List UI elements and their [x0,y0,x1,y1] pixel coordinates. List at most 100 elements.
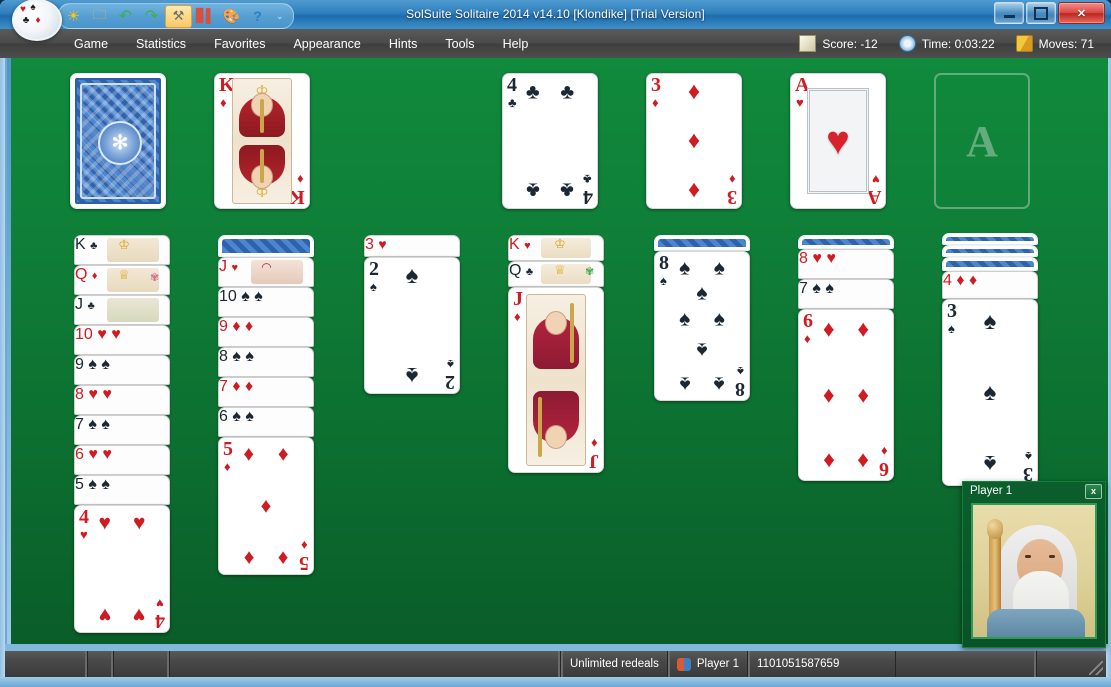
card-suit-bottom: ♦ [881,444,888,459]
new-game-icon[interactable]: ☀ [61,6,86,27]
player-panel[interactable]: Player 1 x [962,481,1106,648]
tableau-card-3-hearts[interactable]: 3 ♥ [364,235,460,257]
tableau-card-Q-clubs[interactable]: Q ♣ ♕ ✾ [508,261,604,287]
card-suit-bottom: ♠ [737,364,744,379]
tableau-card-8-spades[interactable]: 8 ♠ ♠ [218,347,314,377]
pip: ♦ [822,448,835,475]
stock-pile[interactable] [70,73,166,209]
menu-appearance[interactable]: Appearance [279,32,374,56]
tableau-card-6-spades[interactable]: 6 ♠ ♠ [218,407,314,437]
tableau-facedown-card[interactable] [218,235,314,257]
tableau-card-7-spades[interactable]: 7 ♠ ♠ [798,279,894,309]
pip: ♦ [687,176,701,204]
tableau-facedown-card[interactable] [942,245,1038,257]
card-rank: 9 [75,356,84,373]
tableau-card-J-clubs[interactable]: J ♣ [74,295,170,325]
tableau-card-7-diamonds[interactable]: 7 ♦ ♦ [218,377,314,407]
tableau-card-2-spades-top[interactable]: 2 ♠ 2 ♠ ♠ ♠ [364,257,460,394]
card-rank-bottom: 5 [299,552,309,574]
tableau-card-4-diamonds[interactable]: 4 ♦ ♦ [942,271,1038,299]
statistics-icon[interactable]: ▊▌ [193,6,218,27]
card-suit: ♦ [514,309,521,324]
face-shape [545,425,567,449]
pip: ♥ [378,236,387,252]
status-player[interactable]: Player 1 [667,651,749,677]
maximize-button[interactable] [1026,2,1056,24]
undo-icon[interactable]: ↶ [113,6,138,27]
tableau-card-5-spades[interactable]: 5 ♠ ♠ [74,475,170,505]
pip: ♠ [232,408,241,425]
menu-tools[interactable]: Tools [431,32,488,56]
tableau-card-4-hearts-top[interactable]: 4 ♥ 4 ♥ ♥ ♥ ♥ ♥ [74,505,170,633]
tableau-card-8-hearts[interactable]: 8 ♥ ♥ [74,385,170,415]
waste-pile-card[interactable]: K ♦ K ♦ ♔ ♔ [214,73,310,209]
menu-help[interactable]: Help [489,32,543,56]
pip: ♦ [956,272,965,289]
tableau-card-10-spades[interactable]: 10 ♠ ♠ [218,287,314,317]
minimize-button[interactable] [994,2,1024,24]
app-logo-icon[interactable]: ♥ ♠ ♣ ♦ [12,0,62,41]
tableau-card-K-hearts[interactable]: K ♥ ♔ [508,235,604,261]
avatar-eye-right [1049,555,1055,558]
game-board[interactable]: K ♦ K ♦ ♔ ♔ 4 [5,58,1108,648]
tableau-card-7-spades[interactable]: 7 ♠ ♠ [74,415,170,445]
status-deal-number: 1101051587659 [748,651,897,677]
tableau-card-3-spades-top[interactable]: 3 ♠ 3 ♠ ♠ ♠ ♠ [942,299,1038,486]
card-suit: ♣ [525,266,534,278]
tableau-card-8-hearts[interactable]: 8 ♥ ♥ [798,249,894,279]
foundation-pile-3[interactable]: A ♥ A ♥ ♥ [790,73,886,209]
help-icon[interactable]: ? [245,6,270,27]
tableau-facedown-card[interactable] [654,235,750,251]
redo-icon[interactable]: ↷ [139,6,164,27]
crown-icon: ♕ [554,262,566,277]
card-suit-bottom: ♦ [591,436,598,451]
foundation-pile-2[interactable]: 3 ♦ 3 ♦ ♦ ♦ ♦ [646,73,742,209]
open-folder-icon[interactable]: 🗀 [87,6,112,27]
card-rank: 4 [79,506,89,528]
resize-grip-icon[interactable] [1089,661,1103,675]
tableau-card-6-hearts[interactable]: 6 ♥ ♥ [74,445,170,475]
card-suit: ♣ [90,240,98,252]
pip: ♠ [245,348,254,365]
status-cell-blank-2 [88,651,114,677]
wizard-avatar [971,503,1097,639]
player-panel-close-button[interactable]: x [1085,483,1102,499]
card-suit: ♥ [80,527,88,542]
pip: ♦ [232,378,241,395]
card-rank: Q [509,262,522,279]
foundation-pile-1[interactable]: 4 ♣ 4 ♣ ♣ ♣ ♣ ♣ [502,73,598,209]
tableau-card-J-diamonds-top[interactable]: J ♦ J ♦ [508,287,604,473]
tableau-card-8-spades-top[interactable]: 8 ♠ 8 ♠ ♠ ♠ ♠ ♠ ♠ ♠ ♠ ♠ [654,251,750,401]
player-panel-titlebar: Player 1 x [963,482,1105,500]
pip: ♠ [88,416,97,433]
appearance-palette-icon[interactable]: 🎨 [219,6,244,27]
menu-favorites[interactable]: Favorites [200,32,279,56]
tableau-facedown-card[interactable] [942,257,1038,271]
pip: ♠ [679,372,691,396]
pip: ♠ [679,256,691,280]
menu-statistics[interactable]: Statistics [122,32,200,56]
tableau-card-9-spades[interactable]: 9 ♠ ♠ [74,355,170,385]
tableau-card-10-hearts[interactable]: 10 ♥ ♥ [74,325,170,355]
tableau-card-9-diamonds[interactable]: 9 ♦ ♦ [218,317,314,347]
menu-game[interactable]: Game [60,32,122,56]
toolbar-overflow-icon[interactable]: ⌄ [271,11,289,22]
card-rank: 6 [219,408,228,425]
tableau-facedown-card[interactable] [942,233,1038,245]
heart-pip-icon: ♥ [20,4,26,15]
tools-icon[interactable]: ⚒ [165,4,192,28]
tableau-card-J-hearts[interactable]: J ♥ ◠ [218,257,314,287]
menu-hints[interactable]: Hints [375,32,431,56]
tableau-facedown-card[interactable] [798,235,894,249]
tableau-card-K-clubs[interactable]: K ♣ ♔ [74,235,170,265]
tableau-card-5-diamonds-top[interactable]: 5 ♦ 5 ♦ ♦ ♦ ♦ ♦ ♦ [218,437,314,575]
players-icon [676,657,691,671]
pip-layout: ♦ ♦ ♦ ♦ ♦ ♦ [819,316,873,475]
close-button[interactable]: ✕ [1058,2,1105,24]
score-indicator: Score: -12 [790,35,886,52]
tableau-card-6-diamonds-top[interactable]: 6 ♦ 6 ♦ ♦ ♦ ♦ ♦ ♦ ♦ [798,309,894,481]
tableau-card-Q-diamonds[interactable]: Q ♦ ♕ ✾ [74,265,170,295]
status-cell-blank-5 [896,651,1038,677]
foundation-pile-4-empty[interactable]: A [934,73,1030,209]
card-rank: 6 [803,310,813,332]
